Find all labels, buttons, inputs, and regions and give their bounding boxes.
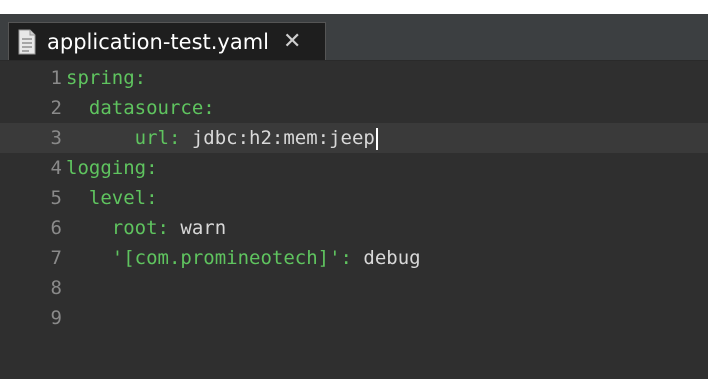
window-top-margin bbox=[0, 0, 708, 14]
code-line[interactable]: 4 logging: bbox=[0, 153, 708, 183]
code-editor[interactable]: 1 spring: 2 datasource: 3 url: jdbc:h2:mem:… bbox=[0, 61, 708, 379]
line-number: 2 bbox=[50, 97, 62, 119]
code-content: '[com.promineotech]': debug bbox=[66, 243, 421, 273]
tab-application-test-yaml[interactable]: application-test.yaml ✕ bbox=[8, 22, 326, 60]
yaml-key: url: bbox=[134, 127, 181, 149]
code-line[interactable]: 5 level: bbox=[0, 183, 708, 213]
yaml-key: datasource: bbox=[88, 97, 215, 119]
line-number: 3 bbox=[50, 127, 62, 149]
line-number: 4 bbox=[50, 157, 62, 179]
document-icon bbox=[17, 29, 37, 55]
line-number: 8 bbox=[50, 277, 62, 299]
code-line[interactable]: 1 spring: bbox=[0, 63, 708, 93]
code-content: spring: bbox=[66, 63, 146, 93]
tab-bar: application-test.yaml ✕ bbox=[0, 14, 708, 61]
yaml-key: level: bbox=[88, 187, 158, 209]
code-content: level: bbox=[66, 183, 158, 213]
yaml-value: debug bbox=[351, 247, 421, 269]
yaml-key: root: bbox=[111, 217, 169, 239]
code-line[interactable]: 9 bbox=[0, 303, 708, 333]
code-line[interactable]: 2 datasource: bbox=[0, 93, 708, 123]
line-number: 9 bbox=[50, 307, 62, 329]
code-line[interactable]: 8 bbox=[0, 273, 708, 303]
text-caret bbox=[375, 127, 378, 150]
code-content: datasource: bbox=[66, 93, 215, 123]
yaml-value: warn bbox=[168, 217, 227, 239]
line-number: 7 bbox=[50, 247, 62, 269]
tab-title: application-test.yaml bbox=[47, 29, 270, 54]
code-content: url: jdbc:h2:mem:jeep bbox=[66, 123, 378, 153]
line-number: 1 bbox=[50, 67, 62, 89]
line-number: 5 bbox=[50, 187, 62, 209]
yaml-key: '[com.promineotech]': bbox=[111, 247, 352, 269]
code-line[interactable]: 3 url: jdbc:h2:mem:jeep bbox=[0, 123, 708, 153]
editor-window: application-test.yaml ✕ 1 spring: 2 dataso… bbox=[0, 0, 708, 379]
yaml-key: spring: bbox=[66, 67, 147, 89]
code-content: logging: bbox=[66, 153, 158, 183]
yaml-key: logging: bbox=[66, 157, 158, 179]
close-icon[interactable]: ✕ bbox=[283, 30, 301, 53]
yaml-value: jdbc:h2:mem:jeep bbox=[180, 127, 375, 149]
line-number: 6 bbox=[50, 217, 62, 239]
code-content: root: warn bbox=[66, 213, 226, 243]
code-line[interactable]: 7 '[com.promineotech]': debug bbox=[0, 243, 708, 273]
code-line[interactable]: 6 root: warn bbox=[0, 213, 708, 243]
